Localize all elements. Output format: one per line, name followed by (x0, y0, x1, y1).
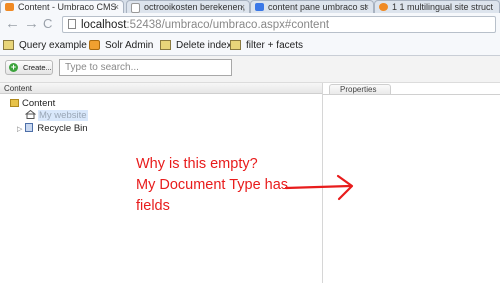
tab-label: Content - Umbraco CMS (18, 2, 117, 12)
reload-icon[interactable]: C (43, 16, 52, 32)
browser-tab-strip: Content - Umbraco CMS × octrooikosten be… (0, 0, 500, 14)
url-path: :52438/umbraco/umbraco.aspx#content (126, 19, 330, 31)
bookmark-label: Query example (19, 40, 87, 51)
tab-properties[interactable]: Properties (329, 84, 391, 94)
bookmarks-bar: Query example Solr Admin Delete index fi… (0, 36, 500, 56)
close-icon[interactable]: × (240, 1, 245, 13)
home-icon (25, 110, 36, 119)
page-icon (68, 19, 76, 29)
annotation-line: Why is this empty? (136, 156, 258, 172)
close-icon[interactable]: × (364, 1, 369, 13)
browser-tab-multilingual[interactable]: 1 1 multilingual site struct (374, 0, 500, 13)
create-button[interactable]: + Create... (5, 60, 53, 75)
annotation-line: My Document Type has (136, 177, 289, 193)
create-label: Create... (23, 63, 52, 72)
address-bar-row: ← → C localhost:52438/umbraco/umbraco.as… (0, 13, 500, 37)
tree-node-recycle-bin[interactable]: ▷ Recycle Bin (17, 123, 88, 135)
annotation-text: Why is this empty? My Document Type has … (136, 154, 288, 217)
tree-header: Content (0, 83, 322, 94)
bookmark-label: filter + facets (246, 40, 303, 51)
bookmark-label: Delete index (176, 40, 232, 51)
page-icon (131, 3, 140, 13)
tree-node-label: Recycle Bin (37, 123, 88, 134)
url-host: localhost (81, 19, 127, 31)
bookmark-solr-admin[interactable]: Solr Admin (89, 38, 153, 53)
bookmark-icon (3, 40, 14, 50)
bookmark-icon (160, 40, 171, 50)
plus-icon: + (9, 62, 18, 72)
solr-icon (89, 40, 100, 50)
tab-label: octrooikosten berekenen, (144, 2, 246, 12)
tree-node-label: Content (22, 98, 56, 109)
browser-tab-google[interactable]: content pane umbraco st × (250, 0, 374, 13)
tree-node-content[interactable]: Content (10, 98, 55, 109)
forward-arrow-icon[interactable]: → (24, 16, 39, 32)
expand-triangle-icon[interactable]: ▷ (17, 124, 22, 135)
umbraco-logo-icon (5, 3, 14, 11)
tree-node-label: My website (38, 110, 88, 121)
back-arrow-icon[interactable]: ← (5, 16, 20, 32)
folder-icon (10, 99, 19, 107)
browser-tab-octrooi[interactable]: octrooikosten berekenen, × (126, 0, 250, 13)
bookmark-label: Solr Admin (105, 40, 154, 51)
recycle-bin-icon (25, 123, 34, 132)
bookmark-query-example[interactable]: Query example (3, 38, 87, 53)
annotation-line: fields (136, 198, 170, 214)
tab-divider (323, 94, 500, 95)
bookmark-delete-index[interactable]: Delete index (160, 38, 232, 53)
url-field[interactable]: localhost:52438/umbraco/umbraco.aspx#con… (62, 16, 496, 33)
umbraco-toolbar: + Create... (0, 56, 500, 83)
close-icon[interactable]: × (114, 1, 119, 13)
bookmark-filter-facets[interactable]: filter + facets (230, 38, 303, 53)
bookmark-icon (230, 40, 241, 50)
red-arrow-icon (284, 174, 354, 201)
tree-node-my-website[interactable]: My website (25, 110, 88, 121)
search-input[interactable] (59, 59, 232, 76)
tab-label: 1 1 multilingual site struct (392, 2, 494, 12)
google-icon (255, 3, 264, 11)
url-text: localhost:52438/umbraco/umbraco.aspx#con… (81, 18, 329, 32)
umbraco-logo-icon (379, 3, 388, 11)
browser-tab-umbraco[interactable]: Content - Umbraco CMS × (0, 0, 124, 14)
tab-label: content pane umbraco st (268, 2, 368, 12)
